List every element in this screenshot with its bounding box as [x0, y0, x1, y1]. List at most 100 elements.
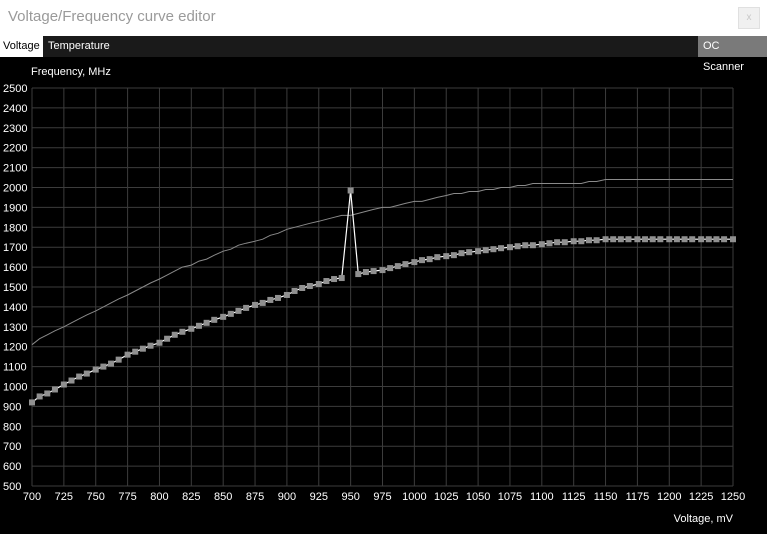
curve-point[interactable] — [585, 237, 592, 244]
curve-point[interactable] — [681, 236, 688, 243]
curve-point[interactable] — [299, 284, 306, 291]
curve-point[interactable] — [362, 269, 369, 276]
curve-point[interactable] — [100, 363, 107, 370]
curve-point[interactable] — [227, 310, 234, 317]
curve-point[interactable] — [267, 296, 274, 303]
curve-point[interactable] — [115, 356, 122, 363]
curve-point[interactable] — [689, 236, 696, 243]
curve-point[interactable] — [323, 278, 330, 285]
curve-point[interactable] — [355, 271, 362, 278]
curve-point[interactable] — [220, 313, 227, 320]
curve-point[interactable] — [252, 301, 259, 308]
curve-point[interactable] — [419, 257, 426, 264]
curve-point[interactable] — [466, 249, 473, 256]
curve-point[interactable] — [602, 236, 609, 243]
curve-point[interactable] — [211, 316, 218, 323]
curve-point[interactable] — [554, 239, 561, 246]
curve-point[interactable] — [538, 241, 545, 248]
curve-point[interactable] — [259, 299, 266, 306]
curve-point[interactable] — [370, 268, 377, 275]
curve-point[interactable] — [498, 245, 505, 252]
curve-point[interactable] — [235, 307, 242, 314]
curve-point[interactable] — [76, 373, 83, 380]
curve-point[interactable] — [666, 236, 673, 243]
curve-point[interactable] — [434, 254, 441, 261]
curve-point[interactable] — [44, 390, 51, 397]
curve-point[interactable] — [522, 242, 529, 249]
curve-point[interactable] — [51, 386, 58, 393]
curve-point[interactable] — [610, 236, 617, 243]
curve-point[interactable] — [705, 236, 712, 243]
curve-point[interactable] — [164, 335, 171, 342]
curve-point[interactable] — [179, 328, 186, 335]
curve-point[interactable] — [642, 236, 649, 243]
curve-point[interactable] — [570, 238, 577, 245]
y-axis-title: Frequency, MHz — [31, 66, 111, 78]
curve-point[interactable] — [673, 236, 680, 243]
curve-point[interactable] — [394, 263, 401, 270]
curve-point[interactable] — [625, 236, 632, 243]
curve-point[interactable] — [338, 275, 345, 282]
close-button[interactable]: x — [738, 7, 760, 29]
curve-point[interactable] — [171, 331, 178, 338]
y-tick-label: 1800 — [3, 222, 27, 234]
curve-point[interactable] — [283, 291, 290, 298]
curve-point[interactable] — [411, 259, 418, 266]
curve-point[interactable] — [634, 236, 641, 243]
curve-point[interactable] — [83, 370, 90, 377]
curve-point[interactable] — [529, 242, 536, 249]
curve-point[interactable] — [450, 252, 457, 259]
curve-point[interactable] — [730, 236, 736, 243]
curve-point[interactable] — [578, 238, 585, 245]
curve-point[interactable] — [426, 256, 433, 263]
y-tick-label: 600 — [3, 461, 21, 473]
curve-point[interactable] — [506, 244, 513, 251]
curve-point[interactable] — [315, 281, 322, 288]
curve-point[interactable] — [402, 261, 409, 268]
curve-point[interactable] — [379, 267, 386, 274]
curve-point[interactable] — [139, 345, 146, 352]
curve-point[interactable] — [203, 319, 210, 326]
curve-point[interactable] — [92, 366, 99, 373]
curve-point[interactable] — [156, 339, 163, 346]
vf-curve-chart[interactable]: 500 600 700 800 900 1000 1100 1200 1300 1400 1500 1… — [0, 57, 767, 529]
curve-point[interactable] — [331, 276, 338, 283]
curve-point[interactable] — [593, 237, 600, 244]
curve-point[interactable] — [514, 243, 521, 250]
curve-point[interactable] — [147, 342, 154, 349]
curve-point[interactable] — [195, 322, 202, 329]
curve-point[interactable] — [124, 351, 131, 358]
curve-point[interactable] — [347, 187, 354, 194]
curve-point[interactable] — [36, 393, 43, 400]
curve-point[interactable] — [306, 283, 313, 290]
vf-curve-svg[interactable]: 500 600 700 800 900 1000 1100 1200 1300 1400 1500 1… — [0, 57, 767, 529]
tab-voltage[interactable]: Voltage — [0, 36, 43, 57]
tab-temperature[interactable]: Temperature — [45, 36, 113, 57]
curve-point[interactable] — [698, 236, 705, 243]
curve-point[interactable] — [490, 246, 497, 253]
curve-point[interactable] — [291, 287, 298, 294]
curve-point[interactable] — [60, 381, 67, 388]
curve-point[interactable] — [243, 304, 250, 311]
curve-point[interactable] — [546, 240, 553, 247]
curve-point[interactable] — [721, 236, 728, 243]
curve-point[interactable] — [108, 360, 115, 367]
curve-point[interactable] — [713, 236, 720, 243]
curve-point[interactable] — [475, 248, 482, 255]
curve-point[interactable] — [132, 348, 139, 355]
curve-point[interactable] — [617, 236, 624, 243]
y-tick-label: 2400 — [3, 103, 27, 115]
curve-point[interactable] — [657, 236, 664, 243]
curve-point[interactable] — [188, 325, 195, 332]
curve-point[interactable] — [387, 265, 394, 272]
curve-point[interactable] — [649, 236, 656, 243]
curve-point[interactable] — [443, 253, 450, 260]
curve-point[interactable] — [274, 294, 281, 301]
curve-point[interactable] — [482, 247, 489, 254]
curve-point[interactable] — [458, 250, 465, 257]
curve-point[interactable] — [29, 399, 35, 406]
y-tick-label: 500 — [3, 481, 21, 493]
curve-point[interactable] — [561, 239, 568, 246]
curve-point[interactable] — [68, 377, 75, 384]
oc-scanner-button[interactable]: OC Scanner — [698, 36, 767, 73]
